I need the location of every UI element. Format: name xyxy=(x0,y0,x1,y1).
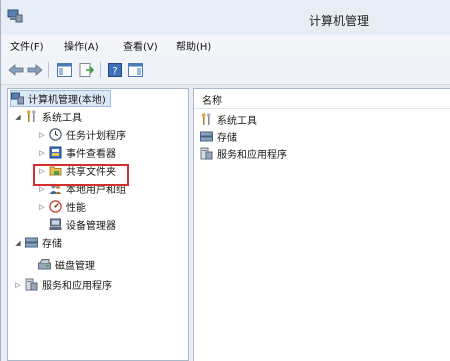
expand-arrow-icon[interactable]: ▷ xyxy=(14,281,22,289)
menu-action[interactable]: 操作(A) xyxy=(64,38,99,53)
collapse-arrow-icon[interactable]: ◢ xyxy=(14,239,22,247)
back-arrow-icon xyxy=(8,64,24,76)
toolbar: ? xyxy=(1,55,450,85)
toolbar-separator xyxy=(100,62,101,78)
storage-icon xyxy=(200,130,213,143)
title-bar: 计算机管理 xyxy=(1,0,450,34)
tree-label-system-tools: 系统工具 xyxy=(42,113,82,124)
tree-label-services-applications: 服务和应用程序 xyxy=(42,281,112,292)
properties-icon xyxy=(127,63,143,77)
list-item-label: 服务和应用程序 xyxy=(217,149,287,161)
device-manager-icon xyxy=(49,218,62,231)
tree-label-performance: 性能 xyxy=(66,203,86,214)
computer-management-icon xyxy=(11,92,24,105)
expand-arrow-icon[interactable]: ▷ xyxy=(38,203,46,211)
event-viewer-icon xyxy=(49,146,62,159)
console-tree-pane[interactable]: 计算机管理(本地) ◢ 系统工具 ▷ 任务计划程序 ▷ 事件查看器 ▷ 共享文件… xyxy=(7,88,189,361)
tree-label-device-manager: 设备管理器 xyxy=(66,221,116,232)
list-item[interactable]: 存储 xyxy=(200,128,237,144)
help-button[interactable]: ? xyxy=(106,61,124,79)
storage-icon xyxy=(25,236,38,249)
menu-file[interactable]: 文件(F) xyxy=(10,38,44,53)
tree-item-disk-management[interactable]: 磁盘管理 xyxy=(38,256,95,273)
tree-item-device-manager[interactable]: 设备管理器 xyxy=(49,216,116,233)
menu-bar: 文件(F) 操作(A) 查看(V) 帮助(H) xyxy=(1,35,450,55)
forward-button[interactable] xyxy=(26,61,44,79)
tree-label-computer-management: 计算机管理(本地) xyxy=(28,95,106,106)
list-item[interactable]: 服务和应用程序 xyxy=(200,145,287,161)
back-button[interactable] xyxy=(7,61,25,79)
export-list-icon xyxy=(79,63,94,77)
window-title: 计算机管理 xyxy=(308,14,369,28)
computer-management-window: 计算机管理 文件(F) 操作(A) 查看(V) 帮助(H) ? 计算机管理(本地… xyxy=(0,0,450,361)
menu-help[interactable]: 帮助(H) xyxy=(176,38,211,53)
tree-label-disk-management: 磁盘管理 xyxy=(55,261,95,272)
system-tools-icon xyxy=(25,110,38,123)
disk-management-icon xyxy=(38,258,51,271)
services-applications-icon xyxy=(200,147,213,160)
highlight-box xyxy=(33,164,129,186)
tree-item-performance[interactable]: ▷ 性能 xyxy=(38,198,86,215)
export-list-button[interactable] xyxy=(77,61,95,79)
header-divider xyxy=(194,108,450,109)
tree-item-services-applications[interactable]: ▷ 服务和应用程序 xyxy=(14,276,112,293)
performance-icon xyxy=(49,200,62,213)
show-console-tree-button[interactable] xyxy=(55,61,73,79)
collapse-arrow-icon[interactable]: ◢ xyxy=(14,113,22,121)
tree-item-event-viewer[interactable]: ▷ 事件查看器 xyxy=(38,144,116,161)
tree-label-event-viewer: 事件查看器 xyxy=(66,149,116,160)
forward-arrow-icon xyxy=(27,64,43,76)
system-tools-icon xyxy=(200,112,213,126)
services-applications-icon xyxy=(25,278,38,291)
expand-arrow-icon[interactable]: ▷ xyxy=(38,131,46,139)
column-header-name[interactable]: 名称 xyxy=(202,92,222,107)
expand-arrow-icon[interactable]: ▷ xyxy=(38,149,46,157)
help-icon: ? xyxy=(108,63,122,77)
clock-icon xyxy=(49,128,62,141)
tree-label-task-scheduler: 任务计划程序 xyxy=(66,131,126,142)
tree-item-storage[interactable]: ◢ 存储 xyxy=(14,234,62,251)
tree-item-system-tools[interactable]: ◢ 系统工具 xyxy=(14,108,82,125)
svg-text:?: ? xyxy=(112,66,117,77)
properties-button[interactable] xyxy=(126,61,144,79)
details-pane[interactable]: 名称 系统工具 存储 服务和应用程序 xyxy=(193,88,450,361)
tree-item-task-scheduler[interactable]: ▷ 任务计划程序 xyxy=(38,126,126,143)
menu-view[interactable]: 查看(V) xyxy=(123,38,158,53)
console-tree-icon xyxy=(56,63,72,77)
tree-label-storage: 存储 xyxy=(42,239,62,250)
tree-item-computer-management[interactable]: 计算机管理(本地) xyxy=(10,90,111,107)
list-item-label: 存储 xyxy=(217,132,237,144)
toolbar-separator xyxy=(48,62,49,78)
list-item-label: 系统工具 xyxy=(217,115,257,127)
list-item[interactable]: 系统工具 xyxy=(200,111,257,127)
